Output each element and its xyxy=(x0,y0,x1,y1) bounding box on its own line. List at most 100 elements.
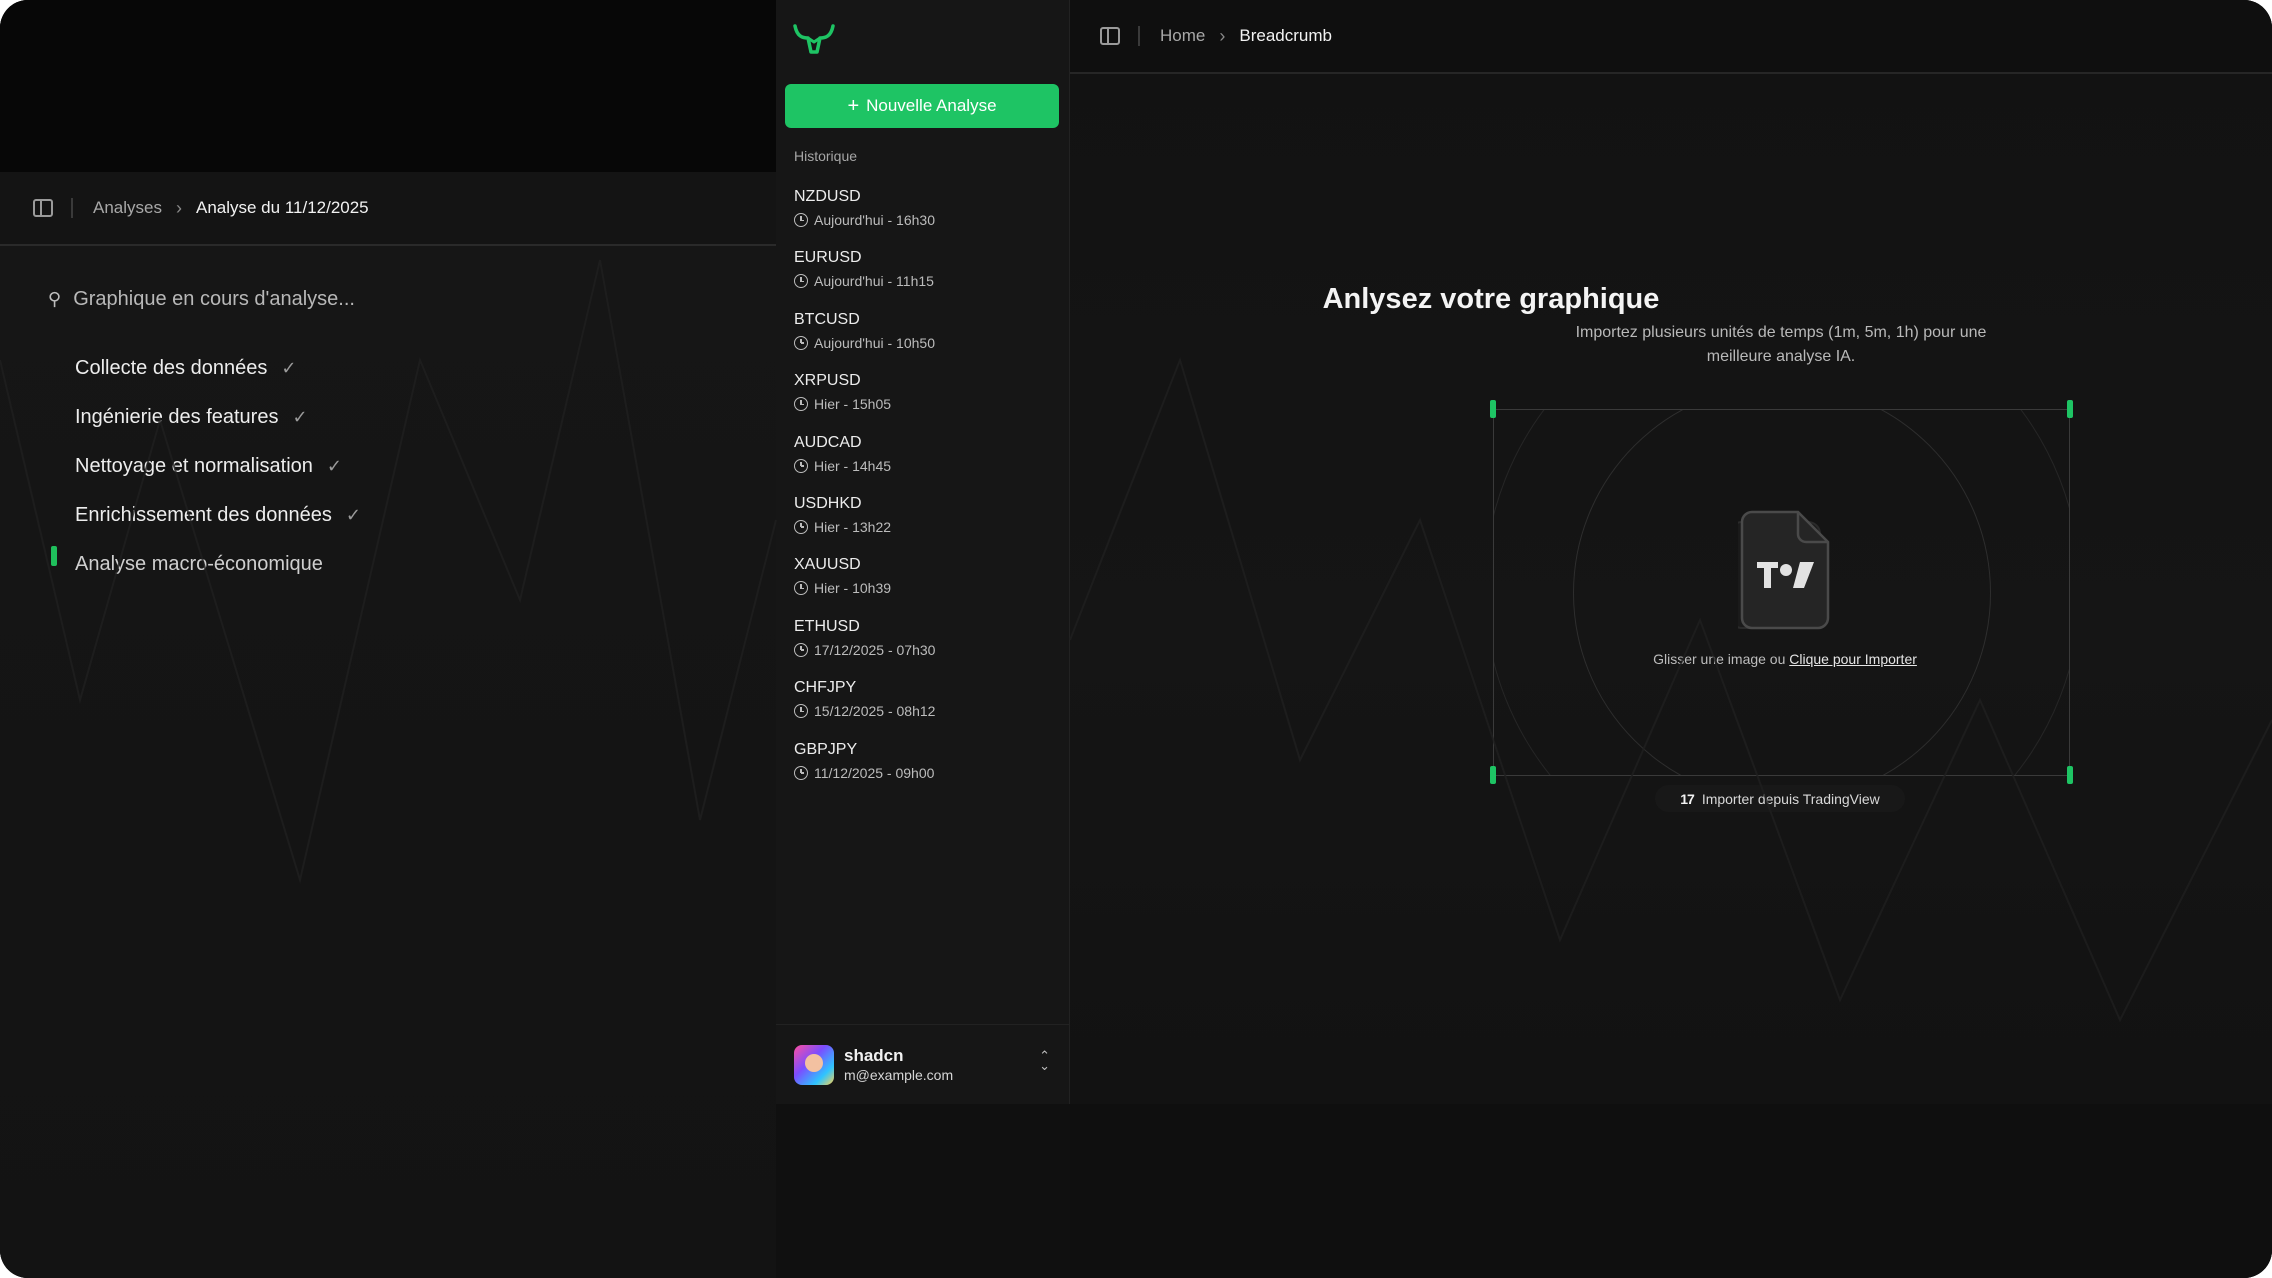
history-time: Hier - 13h22 xyxy=(794,517,1054,537)
divider xyxy=(71,198,73,218)
corner-handle xyxy=(1490,766,1496,784)
history-time: Hier - 15h05 xyxy=(794,394,1054,414)
page-subtitle: Importez plusieurs unités de temps (1m, … xyxy=(1575,324,1987,365)
chevron-right-icon: › xyxy=(1219,25,1226,46)
history-item[interactable]: NZDUSD Aujourd'hui - 16h30 xyxy=(794,186,1054,247)
history-label: Historique xyxy=(794,148,858,164)
history-pair: XRPUSD xyxy=(794,372,861,390)
history-time-text: Hier - 15h05 xyxy=(814,396,892,413)
import-tradingview-label: Importer depuis TradingView xyxy=(1701,790,1880,807)
breadcrumb-home-link[interactable]: Home xyxy=(1160,26,1205,46)
step-item: Nettoyage et normalisation ✓ xyxy=(75,442,361,491)
new-analysis-label: Nouvelle Analyse xyxy=(866,96,997,115)
app-window: Analyses › Analyse du 11/12/2025 ⚲ Graph… xyxy=(0,0,2272,1278)
history-time-text: Aujourd'hui - 16h30 xyxy=(814,212,935,228)
step-item: Ingénierie des features ✓ xyxy=(75,393,361,442)
history-pair: CHFJPY xyxy=(794,679,857,697)
corner-handle xyxy=(2067,766,2073,784)
user-menu[interactable]: shadcn m@example.com ⌃ ⌄ xyxy=(776,1024,1070,1104)
main-area: Home › Breadcrumb Anlysez votre graphiqu… xyxy=(1070,0,2272,1278)
history-pair: EURUSD xyxy=(794,249,862,267)
check-icon: ✓ xyxy=(292,407,308,427)
history-time-text: 17/12/2025 - 07h30 xyxy=(814,641,936,658)
sidebar-bottom-area xyxy=(776,1104,1070,1278)
clock-icon xyxy=(794,458,808,473)
history-time: Hier - 14h45 xyxy=(794,456,1054,476)
import-tradingview-button[interactable]: 17 Importer depuis TradingView xyxy=(1655,785,1905,812)
step-label: Collecte des données xyxy=(75,357,268,379)
analysis-panel-body xyxy=(0,172,776,1278)
corner-handle xyxy=(1490,400,1496,418)
progress-title: ⚲ Graphique en cours d'analyse... xyxy=(48,288,355,311)
sidebar-toggle-icon[interactable] xyxy=(1100,27,1120,45)
breadcrumb-analyses-link[interactable]: Analyses xyxy=(93,198,162,218)
history-time-text: 15/12/2025 - 08h12 xyxy=(814,703,936,720)
history-time: Hier - 10h39 xyxy=(794,578,1054,598)
chevrons-up-down-icon[interactable]: ⌃ ⌄ xyxy=(1039,1049,1050,1072)
history-item[interactable]: GBPJPY 11/12/2025 - 09h00 xyxy=(794,739,1054,800)
history-item[interactable]: CHFJPY 15/12/2025 - 08h12 xyxy=(794,677,1054,738)
history-time-text: Hier - 14h45 xyxy=(814,457,892,474)
clock-icon xyxy=(794,519,808,534)
step-label: Ingénierie des features xyxy=(75,406,279,428)
history-time: 15/12/2025 - 08h12 xyxy=(794,701,1054,721)
divider xyxy=(1138,26,1140,46)
step-label: Nettoyage et normalisation xyxy=(75,455,313,477)
history-item[interactable]: ETHUSD 17/12/2025 - 07h30 xyxy=(794,616,1054,677)
history-item[interactable]: BTCUSD Aujourd'hui - 10h50 xyxy=(794,309,1054,370)
check-icon: ✓ xyxy=(345,505,361,525)
avatar xyxy=(794,1044,834,1085)
history-time: Aujourd'hui - 16h30 xyxy=(794,210,1054,230)
history-pair: GBPJPY xyxy=(794,740,858,758)
search-icon: ⚲ xyxy=(48,289,62,309)
clock-icon xyxy=(794,704,808,719)
history-time: 11/12/2025 - 09h00 xyxy=(794,763,1054,783)
check-icon: ✓ xyxy=(326,456,343,476)
active-step-indicator xyxy=(51,546,57,566)
history-pair: ETHUSD xyxy=(794,617,860,635)
step-item: Enrichissement des données ✓ xyxy=(75,491,361,540)
user-name: shadcn xyxy=(844,1045,904,1065)
history-item[interactable]: XAUUSD Hier - 10h39 xyxy=(794,554,1054,615)
history-item[interactable]: XRPUSD Hier - 15h05 xyxy=(794,370,1054,431)
bull-logo-icon[interactable] xyxy=(792,22,836,58)
drop-instructions: Glisser une image ou Clique pour Importe… xyxy=(1560,651,2010,667)
sidebar-toggle-icon[interactable] xyxy=(33,199,53,217)
main-bottom-area xyxy=(1070,1104,2272,1278)
drop-text: Glisser une image ou xyxy=(1653,651,1786,667)
clock-icon xyxy=(794,765,808,780)
history-item[interactable]: USDHKD Hier - 13h22 xyxy=(794,493,1054,554)
step-label: Enrichissement des données xyxy=(75,504,332,526)
tradingview-icon: 17 xyxy=(1680,790,1695,807)
history-pair: AUDCAD xyxy=(794,433,862,451)
breadcrumb-current: Breadcrumb xyxy=(1239,26,1332,45)
history-sidebar: + Nouvelle Analyse Historique NZDUSD Auj… xyxy=(776,0,1070,1104)
history-time: 17/12/2025 - 07h30 xyxy=(794,640,1054,660)
step-item: Collecte des données ✓ xyxy=(75,344,361,393)
history-time-text: 11/12/2025 - 09h00 xyxy=(814,764,935,781)
breadcrumb-current: Analyse du 11/12/2025 xyxy=(195,198,369,217)
clock-icon xyxy=(794,642,808,657)
plus-icon: + xyxy=(847,94,860,117)
check-icon: ✓ xyxy=(281,358,297,378)
history-item[interactable]: AUDCAD Hier - 14h45 xyxy=(794,432,1054,493)
history-time-text: Hier - 13h22 xyxy=(814,518,892,535)
analysis-panel: Analyses › Analyse du 11/12/2025 ⚲ Graph… xyxy=(0,0,776,1278)
clock-icon xyxy=(794,335,808,350)
history-time-text: Aujourd'hui - 10h50 xyxy=(814,334,935,351)
history-pair: NZDUSD xyxy=(794,188,861,205)
progress-title-text: Graphique en cours d'analyse... xyxy=(73,288,355,310)
main-header: Home › Breadcrumb xyxy=(1070,0,2272,74)
user-info: shadcn m@example.com xyxy=(844,1046,953,1084)
corner-handle xyxy=(2067,400,2073,418)
history-time-text: Hier - 10h39 xyxy=(814,580,892,597)
step-label: Analyse macro-économique xyxy=(75,553,323,575)
clock-icon xyxy=(794,213,808,227)
history-time: Aujourd'hui - 10h50 xyxy=(794,333,1054,353)
clock-icon xyxy=(794,397,808,412)
new-analysis-button[interactable]: + Nouvelle Analyse xyxy=(785,84,1059,128)
import-link[interactable]: Clique pour Importer xyxy=(1789,651,1917,667)
user-email: m@example.com xyxy=(844,1066,954,1083)
analysis-steps: Collecte des données ✓ Ingénierie des fe… xyxy=(75,344,361,589)
history-pair: USDHKD xyxy=(794,494,862,512)
